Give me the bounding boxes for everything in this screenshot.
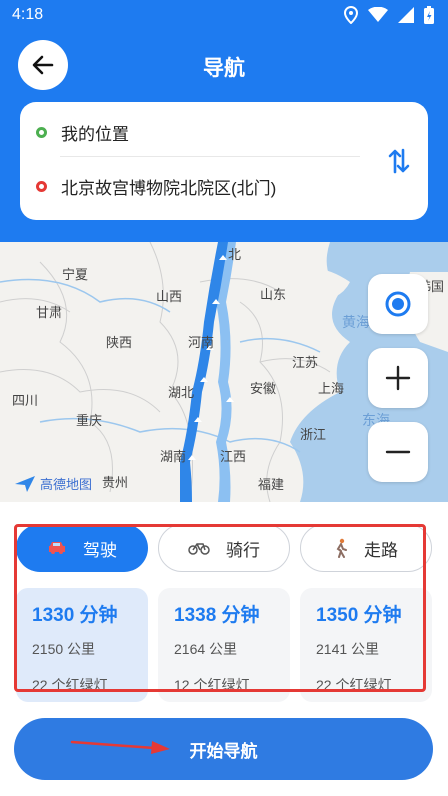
map-label: 江苏 <box>292 355 319 370</box>
annotation-arrow-icon <box>70 740 170 754</box>
map-logo: 高德地图 <box>14 474 92 493</box>
map-label: 浙江 <box>300 427 327 442</box>
plus-icon <box>385 365 411 391</box>
car-icon <box>49 542 65 554</box>
route-traffic-lights: 22 个红绿灯 <box>32 677 108 693</box>
mode-label: 驾驶 <box>83 540 117 560</box>
route-option-card[interactable]: 1330 分钟 2150 公里 22 个红绿灯 <box>16 588 148 702</box>
route-option-card[interactable]: 1338 分钟 2164 公里 12 个红绿灯 <box>158 588 290 702</box>
map-label: 山东 <box>260 287 287 302</box>
minus-icon <box>385 450 411 454</box>
route-distance: 2150 公里 <box>32 641 96 657</box>
map-label: 四川 <box>12 393 39 408</box>
route-traffic-lights: 22 个红绿灯 <box>316 677 392 693</box>
map-label: 甘肃 <box>36 305 63 320</box>
route-duration: 1350 分钟 <box>316 605 402 626</box>
travel-mode-tabs: 驾驶 骑行 走路 <box>0 520 448 574</box>
map-label: 陕西 <box>106 335 133 350</box>
map-label: 福建 <box>258 477 285 492</box>
swap-vertical-icon <box>388 148 410 174</box>
location-icon <box>344 6 358 24</box>
map-label: 重庆 <box>76 413 103 428</box>
route-duration: 1330 分钟 <box>32 605 118 626</box>
route-traffic-lights: 12 个红绿灯 <box>174 677 250 693</box>
mode-tab-walk[interactable]: 走路 <box>300 524 432 572</box>
start-navigation-label: 开始导航 <box>189 741 258 761</box>
map-label: 湖南 <box>160 449 187 464</box>
map-label: 安徽 <box>250 381 277 396</box>
mode-tab-drive[interactable]: 驾驶 <box>16 524 148 572</box>
status-time: 4:18 <box>12 6 44 23</box>
map-label: 江西 <box>220 449 247 464</box>
map-view[interactable]: 北 宁夏 甘肃 山西 山东 陕西 河南 四川 重庆 湖北 安徽 江苏 上海 浙江… <box>0 242 448 502</box>
origin-label: 我的位置 <box>61 125 129 144</box>
map-label: 北 <box>228 247 242 262</box>
status-icons <box>344 6 434 24</box>
destination-label: 北京故宫博物院北院区(北门) <box>61 179 277 198</box>
origin-row[interactable]: 我的位置 <box>36 120 129 145</box>
locate-icon <box>385 291 411 317</box>
route-options: 1330 分钟 2150 公里 22 个红绿灯 1338 分钟 2164 公里 … <box>14 586 434 702</box>
map-label: 宁夏 <box>62 267 89 282</box>
destination-row[interactable]: 北京故宫博物院北院区(北门) <box>36 174 276 199</box>
mode-label: 骑行 <box>226 540 260 560</box>
map-label: 湖北 <box>168 385 195 400</box>
destination-dot-icon <box>36 181 47 192</box>
route-option-card[interactable]: 1350 分钟 2141 公里 22 个红绿灯 <box>300 588 432 702</box>
route-duration: 1338 分钟 <box>174 605 260 626</box>
map-label: 河南 <box>188 335 215 350</box>
map-logo-text: 高德地图 <box>40 477 93 492</box>
header: 导航 我的位置 北京故宫博物院北院区(北门) <box>0 30 448 242</box>
route-card: 我的位置 北京故宫博物院北院区(北门) <box>20 102 428 220</box>
amap-logo-icon <box>15 475 35 492</box>
origin-dot-icon <box>36 127 47 138</box>
status-bar: 4:18 <box>0 0 448 30</box>
bicycle-icon <box>188 543 210 555</box>
swap-route-button[interactable] <box>384 144 414 178</box>
wifi-icon <box>368 7 388 22</box>
zoom-out-button[interactable] <box>368 422 428 482</box>
locate-button[interactable] <box>368 274 428 334</box>
route-distance: 2164 公里 <box>174 641 238 657</box>
map-label: 山西 <box>156 289 183 304</box>
route-distance: 2141 公里 <box>316 641 380 657</box>
zoom-in-button[interactable] <box>368 348 428 408</box>
route-divider <box>60 156 360 157</box>
map-label: 上海 <box>318 381 345 396</box>
mode-tab-bike[interactable]: 骑行 <box>158 524 290 572</box>
map-label: 黄海 <box>342 314 370 330</box>
signal-icon <box>398 7 414 23</box>
battery-icon <box>424 6 434 24</box>
map-label: 贵州 <box>102 475 129 490</box>
mode-label: 走路 <box>364 540 398 560</box>
page-title: 导航 <box>203 57 245 80</box>
walking-icon <box>336 538 347 558</box>
